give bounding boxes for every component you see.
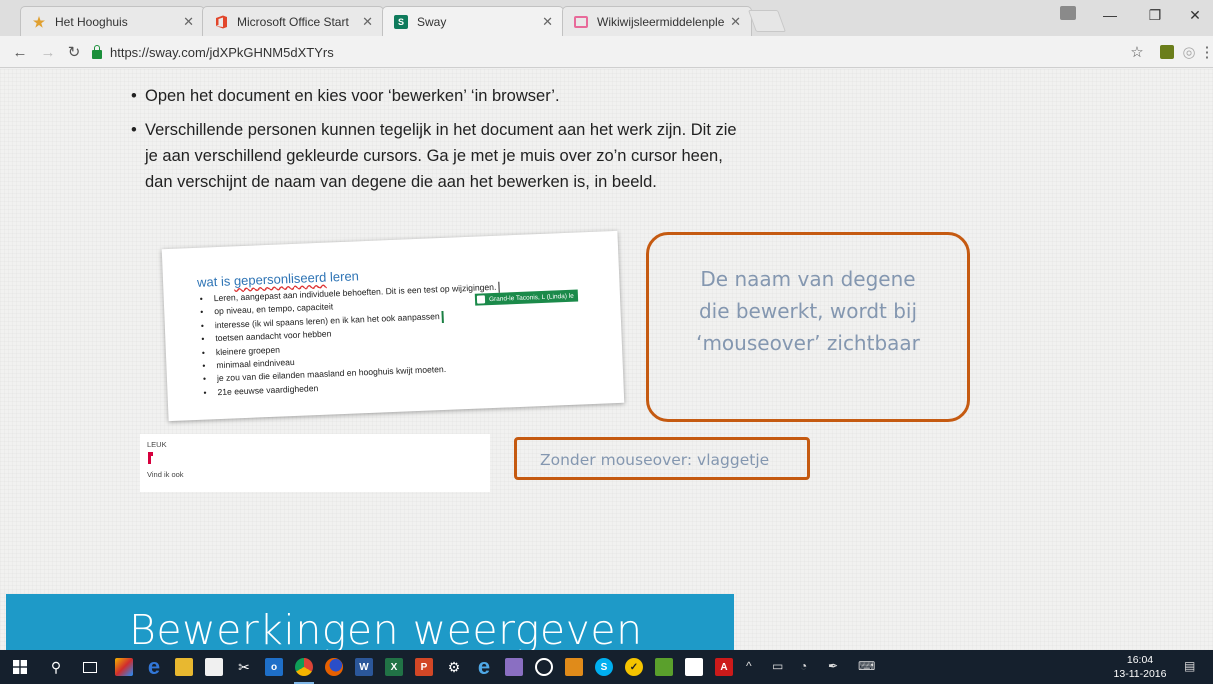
battery-icon[interactable]: ▭ bbox=[772, 659, 783, 673]
menu-icon[interactable]: ⋮ bbox=[1198, 43, 1213, 61]
close-tab-icon[interactable]: ✕ bbox=[183, 14, 194, 30]
minimize-icon[interactable]: — bbox=[1090, 0, 1130, 30]
restore-icon[interactable]: ❐ bbox=[1135, 0, 1175, 30]
banner-heading: Bewerkingen weergeven bbox=[129, 606, 643, 650]
instruction-item: Open het document en kies voor ‘bewerken… bbox=[131, 83, 745, 109]
person-icon bbox=[476, 295, 486, 304]
tab-wikiwijs[interactable]: Wikiwijsleermiddelenple ✕ bbox=[562, 6, 752, 36]
system-clock[interactable]: 16:04 13-11-2016 bbox=[1110, 653, 1170, 681]
office-icon bbox=[213, 14, 229, 30]
lock-icon bbox=[92, 44, 102, 59]
norton-icon[interactable]: ✓ bbox=[622, 655, 646, 679]
flag-callout-text: Zonder mouseover: vlaggetje bbox=[540, 451, 770, 469]
tab-title: Het Hooghuis bbox=[55, 14, 128, 29]
photos-icon[interactable] bbox=[682, 655, 706, 679]
extension-circle-icon[interactable]: ◎ bbox=[1180, 43, 1198, 61]
task-view-icon[interactable] bbox=[78, 655, 102, 679]
hooghuis-star-icon bbox=[31, 14, 47, 30]
instruction-list: Open het document en kies voor ‘bewerken… bbox=[131, 83, 745, 203]
settings-icon[interactable]: ⚙ bbox=[442, 655, 466, 679]
sway-icon: S bbox=[393, 14, 409, 30]
internet-explorer-icon[interactable]: e bbox=[472, 654, 496, 679]
paint-brush-icon[interactable] bbox=[502, 655, 526, 679]
clock-time: 16:04 bbox=[1126, 654, 1154, 666]
url-text: https://sway.com/jdXPkGHNM5dXTYrs bbox=[110, 44, 334, 60]
back-icon[interactable]: ← bbox=[10, 42, 30, 62]
flag-icon bbox=[148, 452, 153, 464]
file-explorer-icon[interactable] bbox=[172, 655, 196, 679]
app-icon[interactable] bbox=[652, 655, 676, 679]
notifications-icon[interactable]: ▤ bbox=[1184, 659, 1195, 673]
document-screenshot: wat is gepersonliseerd leren Leren, aang… bbox=[161, 230, 625, 422]
snipping-tool-icon[interactable]: ✂ bbox=[232, 655, 256, 679]
chevron-up-icon[interactable]: ^ bbox=[746, 659, 752, 673]
paint-icon[interactable] bbox=[112, 655, 136, 679]
forward-icon[interactable]: → bbox=[38, 42, 58, 62]
clock-date: 13-11-2016 bbox=[1113, 668, 1167, 680]
browser-toolbar: ← → ↻ https://sway.com/jdXPkGHNM5dXTYrs … bbox=[0, 36, 1213, 68]
sway-page: Open het document en kies voor ‘bewerken… bbox=[0, 69, 1213, 650]
reload-icon[interactable]: ↻ bbox=[64, 42, 84, 62]
store-icon[interactable] bbox=[202, 655, 226, 679]
comment-text: Vind ik ook bbox=[147, 470, 184, 479]
presentation-icon[interactable] bbox=[562, 655, 586, 679]
close-tab-icon[interactable]: ✕ bbox=[542, 14, 553, 30]
media-player-icon[interactable] bbox=[532, 655, 556, 679]
section-banner: Bewerkingen weergeven bbox=[6, 594, 734, 650]
excel-icon[interactable]: X bbox=[382, 655, 406, 679]
address-bar[interactable]: https://sway.com/jdXPkGHNM5dXTYrs bbox=[92, 40, 1092, 64]
callout-text: De naam van degene die bewerkt, wordt bi… bbox=[696, 267, 920, 355]
profile-icon[interactable] bbox=[1060, 6, 1076, 20]
extension-icon[interactable] bbox=[1158, 43, 1176, 61]
close-tab-icon[interactable]: ✕ bbox=[730, 14, 741, 30]
close-window-icon[interactable]: ✕ bbox=[1175, 0, 1213, 30]
coauthor-cursor bbox=[441, 310, 444, 323]
doc-list: Leren, aangepast aan individuele behoeft… bbox=[213, 281, 503, 400]
acrobat-icon[interactable]: A bbox=[712, 655, 736, 679]
skype-icon[interactable]: S bbox=[592, 655, 616, 679]
new-tab-button[interactable] bbox=[747, 10, 787, 32]
comment-screenshot: LEUK Vind ik ook bbox=[140, 434, 490, 492]
outlook-icon[interactable]: o bbox=[262, 655, 286, 679]
pen-icon[interactable]: ✒ bbox=[828, 659, 838, 673]
instruction-item: Verschillende personen kunnen tegelijk i… bbox=[131, 117, 745, 195]
word-icon[interactable]: W bbox=[352, 655, 376, 679]
powerpoint-icon[interactable]: P bbox=[412, 655, 436, 679]
wikiwijs-icon bbox=[573, 14, 589, 30]
comment-label: LEUK bbox=[147, 440, 167, 449]
windows-taskbar: ⚲ e ✂ o W X P ⚙ e S ✓ A ^ ▭ ◔ ✒ ⌨ 16:04 … bbox=[0, 650, 1213, 684]
windows-start-icon[interactable] bbox=[8, 655, 32, 679]
keyboard-icon[interactable]: ⌨ bbox=[858, 659, 875, 673]
firefox-icon[interactable] bbox=[322, 655, 346, 679]
bookmark-star-icon[interactable]: ☆ bbox=[1128, 43, 1146, 61]
close-tab-icon[interactable]: ✕ bbox=[362, 14, 373, 30]
browser-tab-strip: Het Hooghuis ✕ Microsoft Office Start ✕ … bbox=[0, 0, 1213, 37]
tab-het-hooghuis[interactable]: Het Hooghuis ✕ bbox=[20, 6, 205, 36]
chrome-icon[interactable] bbox=[292, 655, 316, 684]
wifi-icon[interactable]: ◔ bbox=[800, 659, 807, 673]
tab-microsoft-office-start[interactable]: Microsoft Office Start ✕ bbox=[202, 6, 384, 36]
tab-title: Wikiwijsleermiddelenple bbox=[597, 14, 725, 29]
edge-icon[interactable]: e bbox=[142, 654, 166, 679]
text-cursor bbox=[498, 281, 501, 293]
tab-title: Microsoft Office Start bbox=[237, 14, 349, 29]
tab-sway[interactable]: S Sway ✕ bbox=[382, 6, 564, 37]
search-icon[interactable]: ⚲ bbox=[44, 655, 68, 679]
tab-title: Sway bbox=[417, 15, 447, 29]
